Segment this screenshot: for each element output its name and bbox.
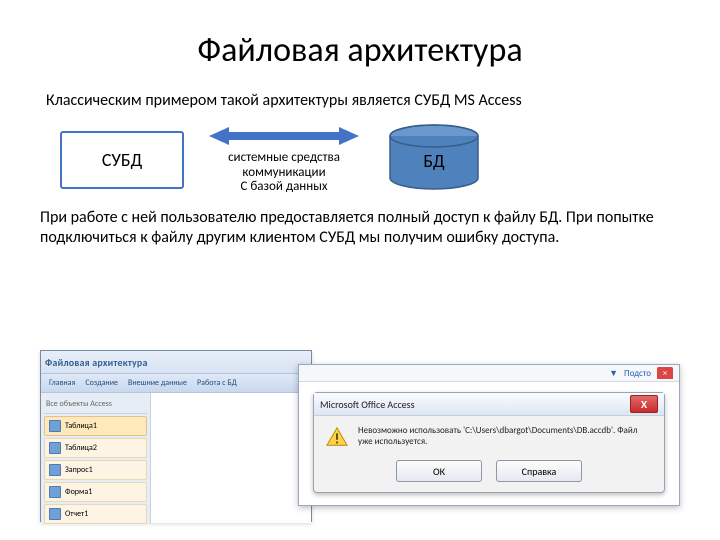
db-cylinder: БД [384, 124, 484, 196]
report-icon [49, 508, 61, 520]
dialog-close-button[interactable]: X [630, 395, 658, 413]
dialog-button-row: ОК Справка [314, 454, 664, 492]
error-dialog: Microsoft Office Access X Невозможно исп… [313, 392, 665, 493]
caption-line2: коммуникации [242, 165, 325, 180]
dialog-message: Невозможно использовать 'C:\Users\dbargo… [358, 426, 652, 448]
dbms-box: СУБД [60, 131, 184, 189]
caption-line1: системные средства [228, 150, 340, 165]
app-ribbon: Главная Создание Внешние данные Работа с… [41, 374, 311, 393]
intro-text: Классическим примером такой архитектуры … [46, 91, 680, 110]
nav-item[interactable]: Запрос1 [44, 460, 147, 480]
ok-button[interactable]: ОК [396, 460, 482, 482]
page-title: Файловая архитектура [40, 30, 680, 71]
panel-close-icon[interactable]: × [657, 367, 673, 379]
app-body: Все объекты Access Таблица1 Таблица2 Зап… [41, 393, 311, 523]
ribbon-tab[interactable]: Создание [85, 378, 118, 388]
nav-header: Все объекты Access [44, 397, 147, 414]
ribbon-tab[interactable]: Внешние данные [128, 378, 187, 388]
dialog-titlebar: Microsoft Office Access X [314, 393, 664, 416]
ribbon-tab[interactable]: Главная [49, 378, 75, 388]
nav-item[interactable]: Отчет1 [44, 504, 147, 524]
screenshots-area: Файловая архитектура Главная Создание Вн… [40, 350, 680, 520]
panel-link[interactable]: Подсто [624, 368, 651, 379]
ribbon-tab[interactable]: Работа с БД [197, 378, 237, 388]
caption-line3: С базой данных [240, 179, 327, 194]
table-icon [49, 420, 61, 432]
table-icon [49, 442, 61, 454]
arrow-caption: системные средства коммуникации С базой … [228, 151, 340, 196]
app-title-text: Файловая архитектура [45, 356, 148, 369]
warning-icon [326, 426, 348, 448]
app-nav-pane: Все объекты Access Таблица1 Таблица2 Зап… [41, 393, 151, 523]
double-arrow-icon [209, 125, 359, 147]
form-icon [49, 486, 61, 498]
dialog-title-text: Microsoft Office Access [320, 398, 414, 411]
query-icon [49, 464, 61, 476]
app-content-area [151, 393, 311, 523]
error-panel: ▼ Подсто × Microsoft Office Access X Нев… [298, 364, 680, 506]
panel-top-row: ▼ Подсто × [299, 365, 679, 382]
body-paragraph: При работе с ней пользователю предоставл… [40, 208, 680, 248]
nav-item[interactable]: Форма1 [44, 482, 147, 502]
arrow-block: системные средства коммуникации С базой … [204, 125, 364, 196]
nav-item[interactable]: Таблица1 [44, 416, 147, 436]
dbms-box-label: СУБД [102, 149, 142, 171]
nav-item[interactable]: Таблица2 [44, 438, 147, 458]
app-titlebar: Файловая архитектура [41, 351, 311, 374]
access-app-window: Файловая архитектура Главная Создание Вн… [40, 350, 312, 522]
help-button[interactable]: Справка [496, 460, 582, 482]
slide: Файловая архитектура Классическим пример… [0, 0, 720, 540]
architecture-diagram: СУБД системные средства коммуникации С б… [60, 124, 680, 196]
dialog-body: Невозможно использовать 'C:\Users\dbargo… [314, 416, 664, 454]
